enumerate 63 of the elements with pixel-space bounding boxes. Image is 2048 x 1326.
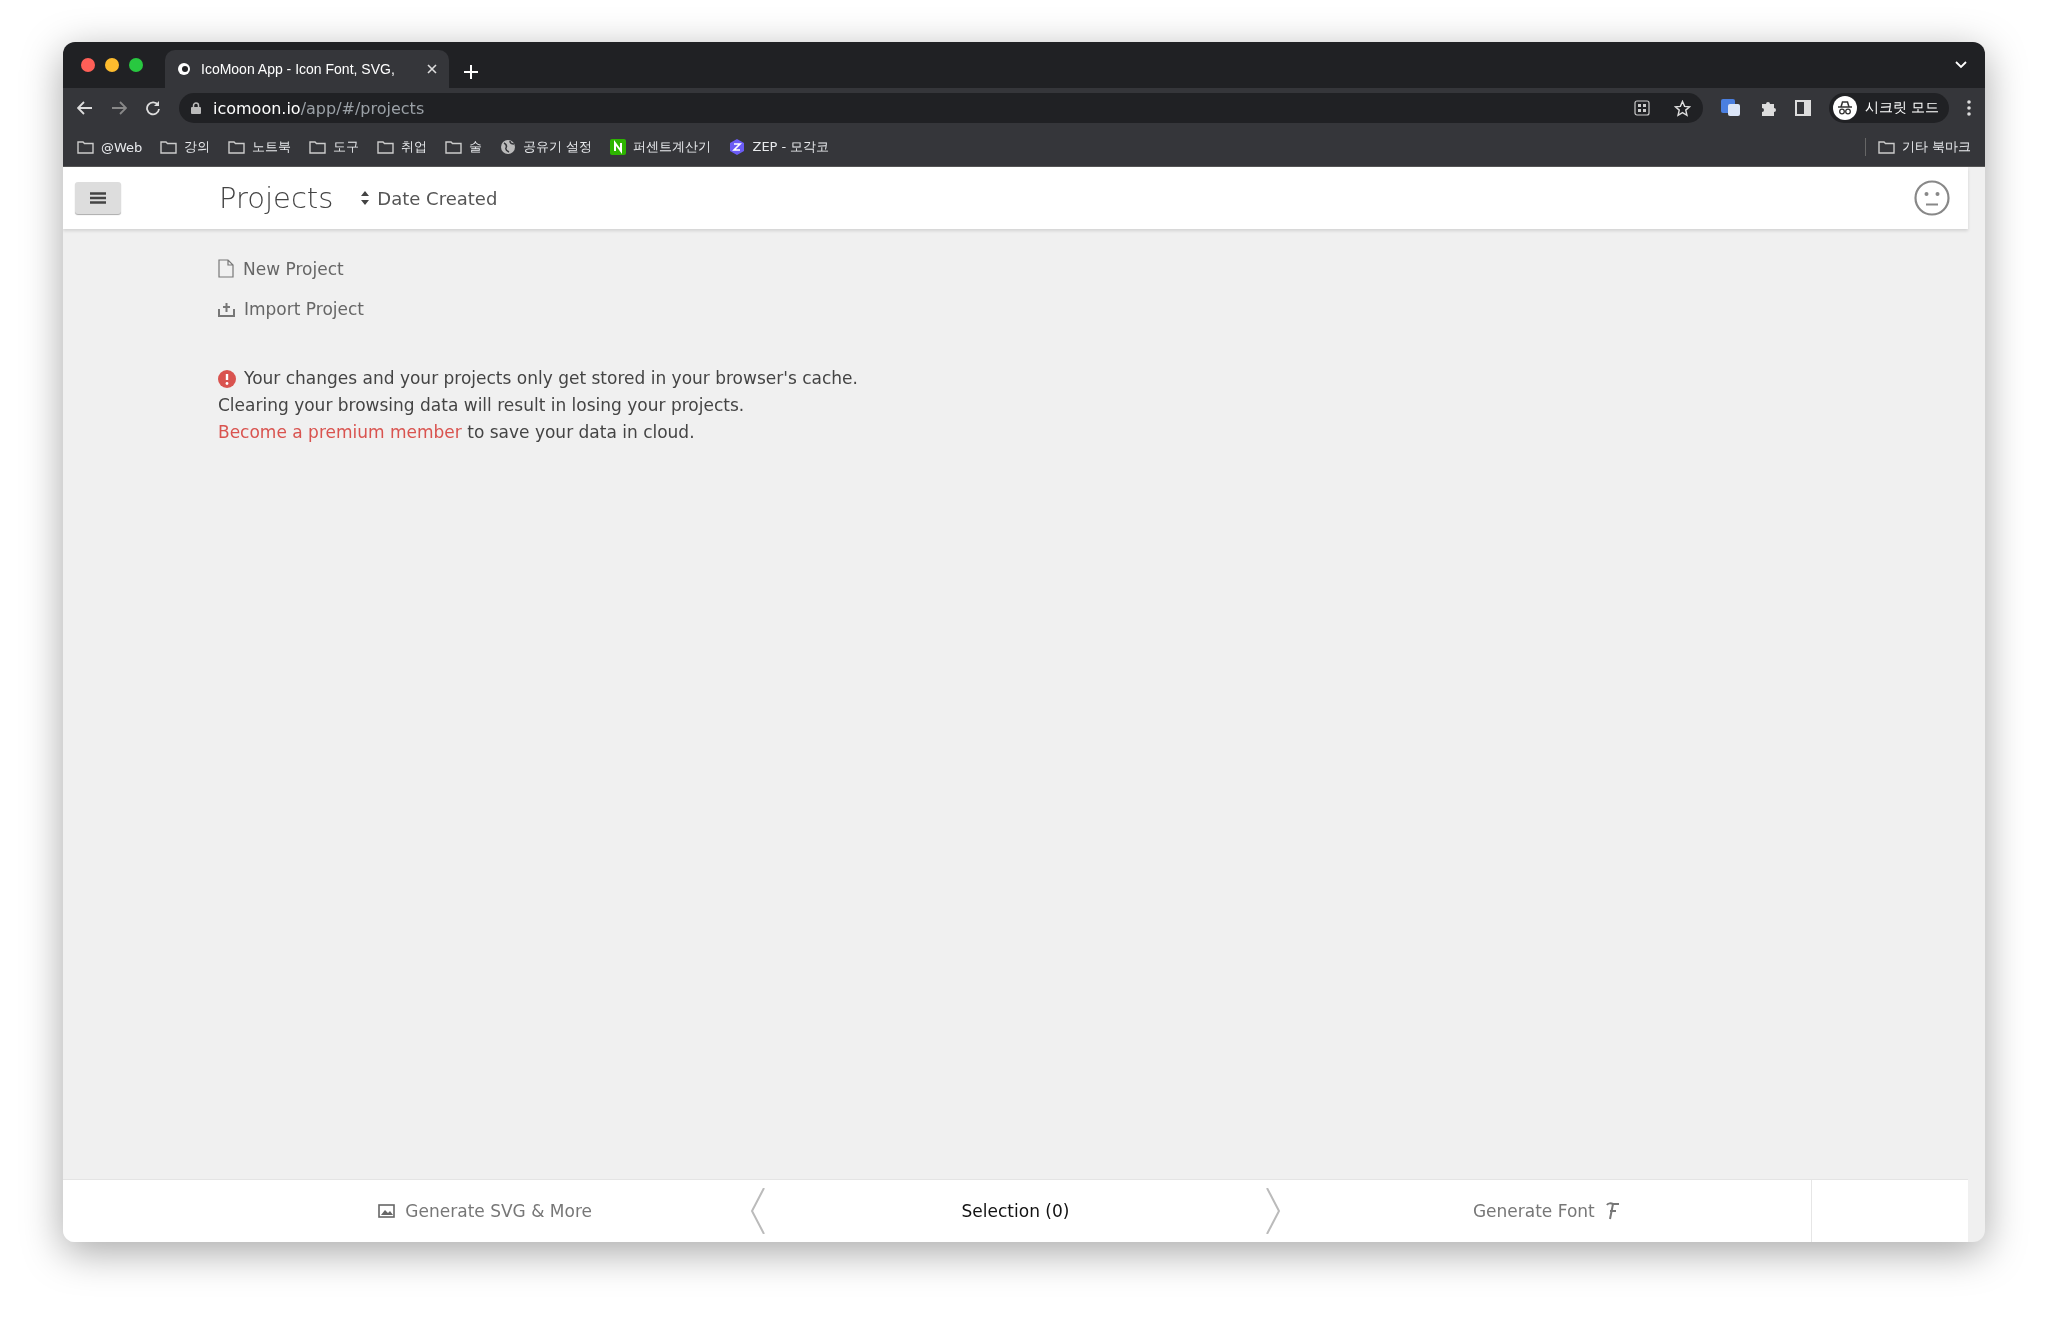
new-tab-icon[interactable] [463,64,479,80]
zoom-window-button[interactable] [129,58,143,72]
folder-icon [1877,140,1895,154]
favicon-icon [177,62,191,76]
warning-icon [218,369,236,388]
import-icon [218,300,235,317]
chevron-down-icon[interactable] [1955,61,1967,69]
chevron-right-icon [1264,1188,1281,1234]
side-panel-icon[interactable] [1794,100,1811,116]
globe-icon [500,139,517,155]
menu-action[interactable]: New Project [218,257,344,280]
tab-title: IcoMoon App - Icon Font, SVG, [201,61,396,77]
generate-svg-button[interactable]: Generate SVG & More [220,1180,751,1242]
profile-button[interactable]: 시크릿 모드 [1828,93,1949,123]
star-icon[interactable] [1673,99,1691,117]
selection-button[interactable]: Selection (0) [750,1180,1281,1242]
reload-icon[interactable] [145,100,161,116]
browser-tab[interactable]: IcoMoon App - Icon Font, SVG, [165,50,449,88]
forward-icon[interactable] [111,101,127,115]
folder-icon [377,140,395,154]
back-icon[interactable] [77,101,93,115]
menu-action[interactable]: Import Project [218,297,364,320]
notice-text: Clearing your browsing data will result in losing your projects. [218,394,745,417]
font-icon [1604,1202,1619,1220]
menu-button[interactable] [75,182,121,214]
sort-button[interactable]: Date Created [361,187,498,209]
premium-link[interactable]: Become a premium member [218,422,462,442]
folder-icon [228,140,246,154]
image-icon [378,1204,396,1218]
sort-icon [361,191,370,205]
notice-text: Your changes and your projects only get stored in your browser's cache. [244,367,858,390]
bookmark[interactable]: 강의 [160,138,211,156]
menu-icon [90,192,106,204]
folder-icon [77,140,94,154]
document-icon [218,259,234,278]
folder-icon [160,140,178,154]
translate-icon[interactable] [1720,99,1741,117]
bookmark-folder[interactable]: 기타 북마크 [1864,138,1971,156]
generate-font-button[interactable]: Generate Font [1280,1180,1811,1242]
bookmark[interactable]: 취업 [377,138,428,156]
close-window-button[interactable] [81,58,95,72]
hexagon-icon [729,139,746,155]
notice-text: Become a premium member to save your data in cloud. [218,421,695,444]
bookmark[interactable]: @Web [77,139,143,155]
qr-code-icon[interactable] [1633,100,1650,116]
bookmark[interactable]: 술 [445,138,483,156]
bookmark[interactable]: 도구 [309,138,360,156]
incognito-icon [1832,96,1857,120]
address-bar[interactable]: icomoon.io/app/#/projects [179,93,1703,123]
minimize-window-button[interactable] [105,58,119,72]
folder-icon [445,140,463,154]
neutral-face-icon[interactable] [1914,180,1950,216]
bookmark[interactable]: 노트북 [228,138,292,156]
bookmark[interactable]: 퍼센트계산기 [610,138,712,156]
more-icon[interactable] [1967,100,1971,116]
bookmark[interactable]: 공유기 설정 [500,138,593,156]
bookmark[interactable]: ZEP - 모각코 [729,138,830,156]
lock-icon [191,102,201,114]
chevron-left-icon [750,1188,767,1234]
page-title: Projects [219,181,334,215]
bookmark-icon [610,139,627,155]
close-icon[interactable] [427,64,437,74]
folder-icon [309,140,327,154]
